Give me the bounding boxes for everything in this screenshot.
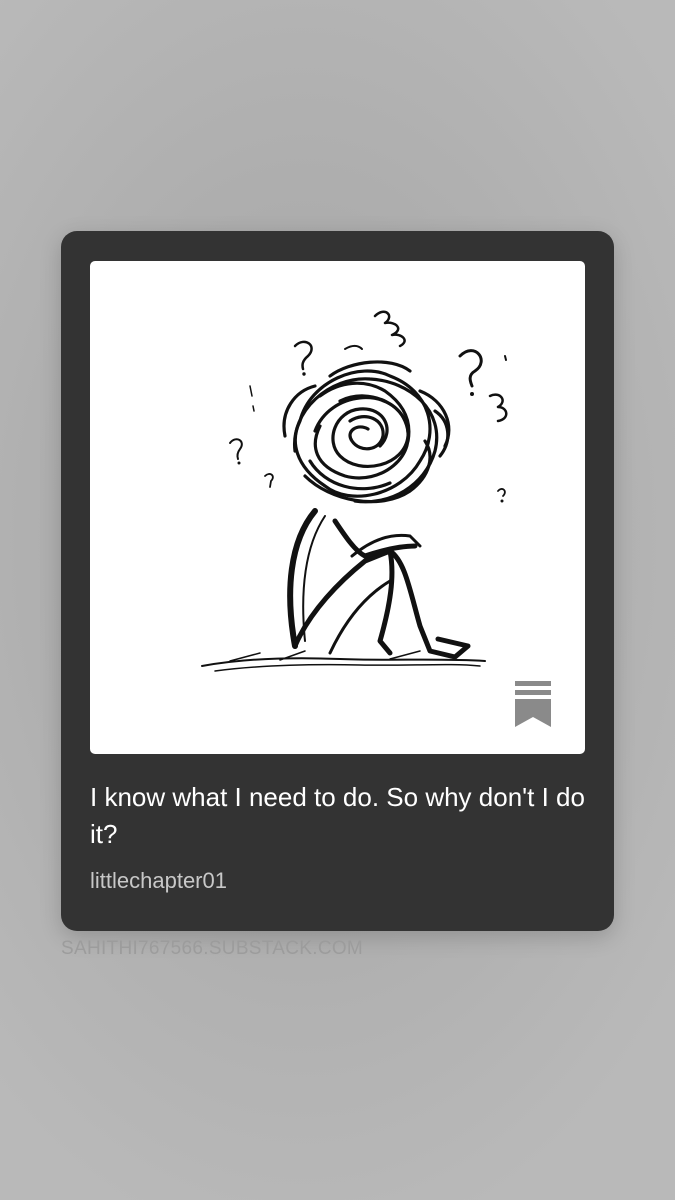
post-card[interactable]: I know what I need to do. So why don't I… [61, 231, 614, 931]
tangled-thoughts-illustration [201, 310, 508, 672]
bookmark-icon[interactable] [513, 681, 553, 727]
post-author[interactable]: littlechapter01 [90, 867, 227, 895]
source-domain[interactable]: SAHITHI767566.SUBSTACK.COM [61, 938, 363, 960]
post-title[interactable]: I know what I need to do. So why don't I… [90, 779, 585, 853]
post-thumbnail[interactable] [90, 261, 585, 754]
